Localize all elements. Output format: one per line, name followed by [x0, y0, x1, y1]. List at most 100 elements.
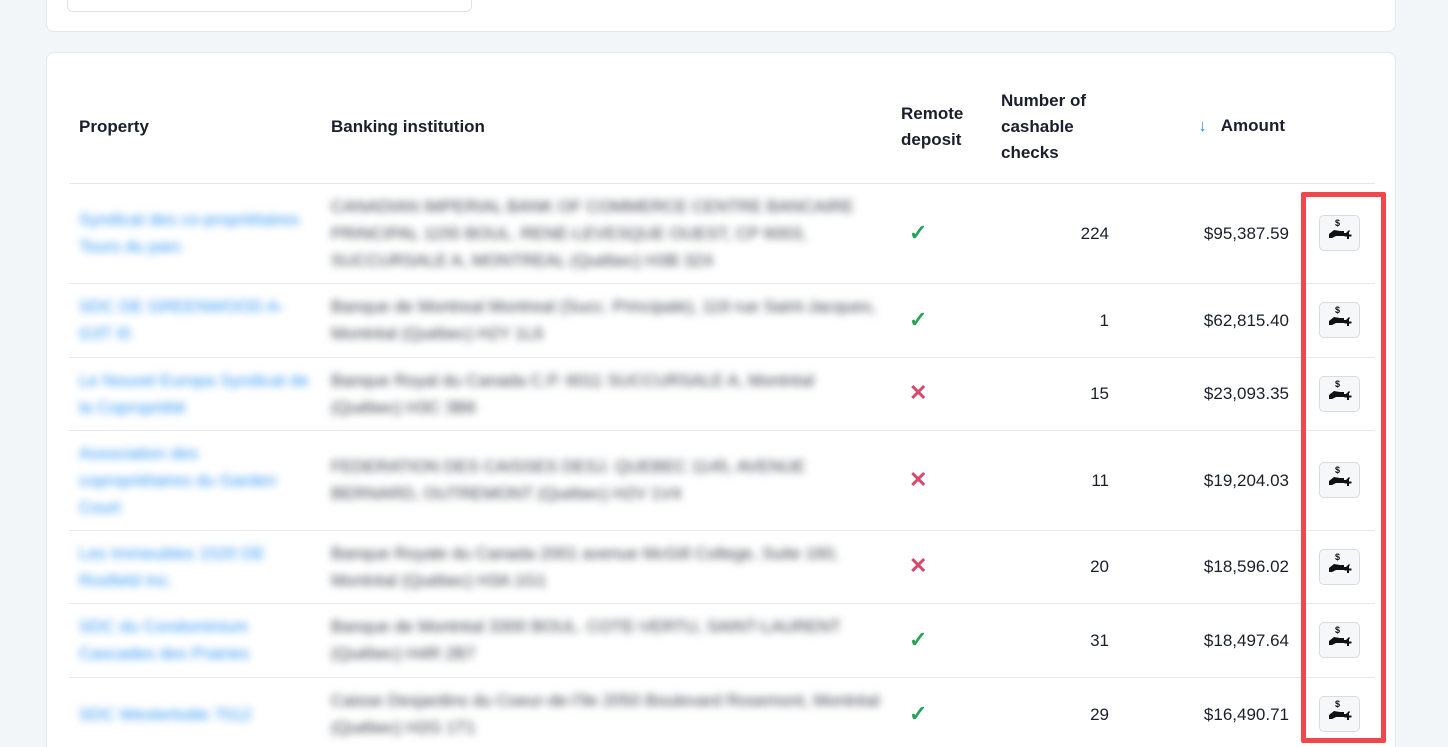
table-row: SDC Westerlodie 7012 Caisse Desjardins du… [69, 677, 1375, 747]
cash-deposit-icon: $ [1327, 379, 1353, 409]
header-remote-deposit[interactable]: Remote deposit [891, 71, 991, 184]
remote-cell: ✕ [891, 530, 991, 604]
property-link[interactable]: SDC Westerlodie 7012 [79, 701, 252, 728]
cash-deposit-icon: $ [1327, 465, 1353, 495]
table-row: SDC DE GREENWOOD A-G3T I0 Banque de Montr… [69, 283, 1375, 358]
deposit-button[interactable]: $ [1319, 622, 1360, 658]
cash-deposit-icon: $ [1327, 218, 1353, 248]
bank-cell: CANADIAN IMPERIAL BANK OF COMMERCE CENTR… [321, 183, 891, 284]
cash-deposit-icon: $ [1327, 305, 1353, 335]
svg-text:$: $ [1335, 218, 1340, 228]
bank-text: Banque de Montreal Montreal (Succ. Princ… [331, 297, 876, 343]
cash-deposit-icon: $ [1327, 625, 1353, 655]
amount-cell: $18,596.02 [1127, 530, 1295, 604]
svg-text:$: $ [1335, 699, 1340, 709]
header-cashable-checks[interactable]: Number of cashable checks [991, 71, 1127, 184]
action-cell: $ [1295, 183, 1375, 284]
bank-cell: Caisse Desjardins du Coeur-de-l'île 2050… [321, 677, 891, 747]
bank-cell: Banque Royal du Canada C.P. 6011 SUCCURS… [321, 357, 891, 431]
check-icon: ✓ [909, 626, 928, 652]
bank-text: Banque de Montréal 3300 BOUL. COTE-VERTU… [331, 617, 841, 663]
bank-text: Banque Royal du Canada C.P. 6011 SUCCURS… [331, 370, 815, 417]
property-link[interactable]: Les Immeubles 1520 DE Rosfield Inc. [79, 540, 311, 594]
table-row: Les Immeubles 1520 DE Rosfield Inc. Banqu… [69, 530, 1375, 604]
checks-cell: 224 [991, 183, 1127, 284]
cash-deposit-icon: $ [1327, 552, 1353, 582]
remote-cell: ✓ [891, 183, 991, 284]
sort-desc-icon: ↓ [1198, 118, 1207, 136]
header-amount[interactable]: ↓ Amount [1127, 71, 1295, 184]
property-link[interactable]: Association des copropriétaires du Garde… [79, 440, 311, 521]
header-amount-label: Amount [1220, 116, 1285, 136]
property-cell: SDC du Condominium Cascades des Prairies [69, 603, 321, 678]
checks-cell: 15 [991, 357, 1127, 431]
remote-cell: ✕ [891, 357, 991, 431]
filter-card [46, 0, 1396, 32]
check-icon: ✓ [909, 306, 928, 332]
table-row: Syndicat des co-propriétaires Tours du p… [69, 183, 1375, 284]
property-cell: Les Immeubles 1520 DE Rosfield Inc. [69, 530, 321, 604]
bank-text: Caisse Desjardins du Coeur-de-l'île 2050… [331, 691, 880, 737]
svg-text:$: $ [1335, 625, 1340, 635]
action-cell: $ [1295, 530, 1375, 604]
action-cell: $ [1295, 430, 1375, 531]
check-icon: ✓ [909, 219, 928, 245]
property-link[interactable]: SDC du Condominium Cascades des Prairies [79, 613, 311, 667]
amount-cell: $62,815.40 [1127, 283, 1295, 358]
cross-icon: ✕ [909, 466, 928, 492]
checks-cell: 29 [991, 677, 1127, 747]
amount-cell: $19,204.03 [1127, 430, 1295, 531]
action-cell: $ [1295, 677, 1375, 747]
action-cell: $ [1295, 357, 1375, 431]
svg-text:$: $ [1335, 305, 1340, 315]
checks-cell: 11 [991, 430, 1127, 531]
cross-icon: ✕ [909, 553, 928, 578]
action-cell: $ [1295, 603, 1375, 678]
svg-text:$: $ [1335, 379, 1340, 389]
checks-cell: 31 [991, 603, 1127, 678]
bank-text: CANADIAN IMPERIAL BANK OF COMMERCE CENTR… [331, 196, 854, 270]
amount-cell: $18,497.64 [1127, 603, 1295, 678]
bank-cell: Banque Royale du Canada 2001 avenue McGi… [321, 530, 891, 604]
header-bank[interactable]: Banking institution [321, 71, 891, 184]
property-link[interactable]: Le Nouvel Europa Syndicat de la Copropri… [79, 367, 311, 421]
deposit-button[interactable]: $ [1319, 302, 1360, 338]
remote-cell: ✓ [891, 283, 991, 358]
cash-deposit-icon: $ [1327, 699, 1353, 729]
remote-cell: ✓ [891, 677, 991, 747]
header-property[interactable]: Property [69, 71, 321, 184]
remote-cell: ✓ [891, 603, 991, 678]
amount-cell: $23,093.35 [1127, 357, 1295, 431]
svg-text:$: $ [1335, 552, 1340, 562]
property-cell: Syndicat des co-propriétaires Tours du p… [69, 183, 321, 284]
property-link[interactable]: SDC DE GREENWOOD A-G3T I0 [79, 293, 311, 347]
properties-table-card: Property Banking institution Remote depo… [46, 52, 1396, 747]
search-input[interactable] [67, 0, 472, 12]
property-link[interactable]: Syndicat des co-propriétaires Tours du p… [79, 206, 311, 260]
property-cell: SDC Westerlodie 7012 [69, 677, 321, 747]
bank-text: FEDERATION DES CAISSES DESJ. QUEBEC 1145… [331, 457, 806, 503]
bank-cell: FEDERATION DES CAISSES DESJ. QUEBEC 1145… [321, 430, 891, 531]
cross-icon: ✕ [909, 380, 928, 405]
bank-cell: Banque de Montréal 3300 BOUL. COTE-VERTU… [321, 603, 891, 678]
deposit-button[interactable]: $ [1319, 375, 1360, 412]
deposit-button[interactable]: $ [1319, 215, 1360, 251]
table-row: SDC du Condominium Cascades des Prairies… [69, 603, 1375, 678]
checks-cell: 20 [991, 530, 1127, 604]
table-header-row: Property Banking institution Remote depo… [69, 71, 1375, 184]
properties-table: Property Banking institution Remote depo… [69, 71, 1375, 747]
remote-cell: ✕ [891, 430, 991, 531]
deposit-button[interactable]: $ [1319, 696, 1360, 732]
bank-cell: Banque de Montreal Montreal (Succ. Princ… [321, 283, 891, 358]
svg-text:$: $ [1335, 465, 1340, 475]
table-row: Le Nouvel Europa Syndicat de la Copropri… [69, 357, 1375, 431]
header-actions [1295, 71, 1375, 184]
amount-cell: $95,387.59 [1127, 183, 1295, 284]
bank-text: Banque Royale du Canada 2001 avenue McGi… [331, 543, 839, 590]
check-icon: ✓ [909, 700, 928, 726]
amount-cell: $16,490.71 [1127, 677, 1295, 747]
property-cell: Association des copropriétaires du Garde… [69, 430, 321, 531]
property-cell: Le Nouvel Europa Syndicat de la Copropri… [69, 357, 321, 431]
deposit-button[interactable]: $ [1319, 548, 1360, 585]
deposit-button[interactable]: $ [1319, 462, 1360, 498]
